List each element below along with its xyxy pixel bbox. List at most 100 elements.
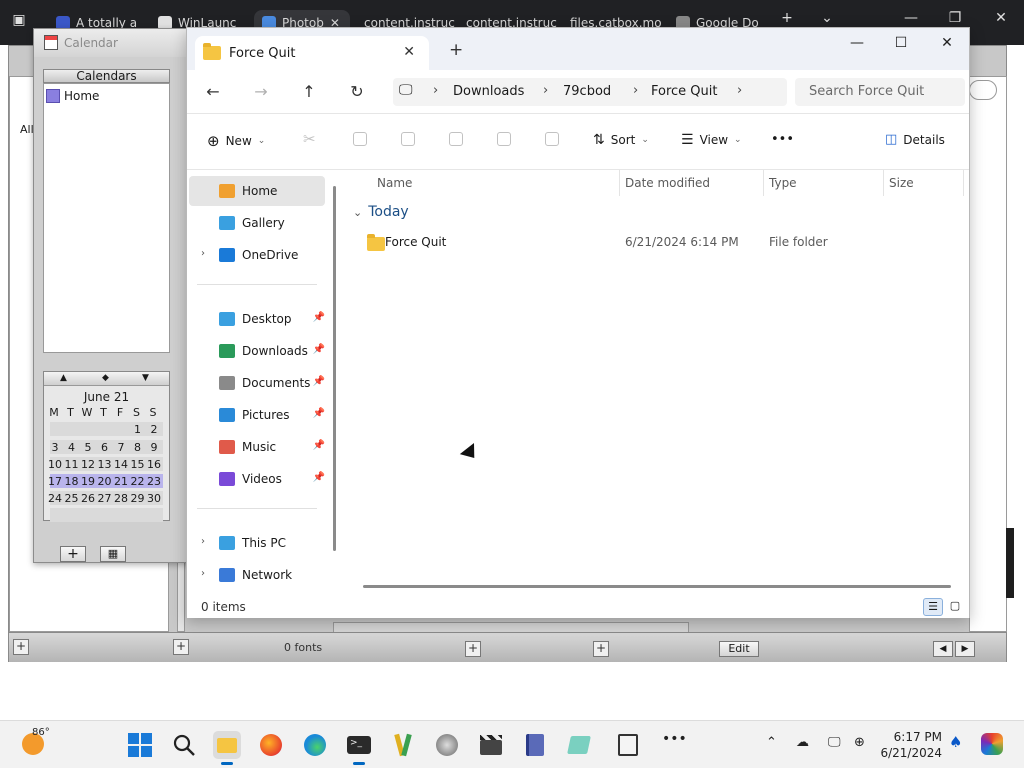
sidebar-item-music[interactable]: Music 📌 xyxy=(189,432,325,462)
tray-chevron-icon[interactable]: ⌃ xyxy=(766,735,777,750)
clapboard-icon[interactable] xyxy=(477,731,505,759)
notepad-icon[interactable] xyxy=(614,731,642,759)
column-header-size[interactable]: Size xyxy=(889,176,914,190)
back-button[interactable]: ← xyxy=(201,82,225,101)
calendar-day[interactable]: 13 xyxy=(97,458,113,471)
copilot-icon[interactable] xyxy=(981,733,1003,755)
calendar-day[interactable]: 27 xyxy=(97,492,113,505)
calendar-day[interactable]: 6 xyxy=(97,441,113,454)
calendar-day[interactable]: 25 xyxy=(64,492,80,505)
calendar-day[interactable]: 28 xyxy=(113,492,129,505)
sort-button[interactable]: ⇅ Sort ⌄ xyxy=(593,132,649,148)
network-icon[interactable]: ⊕ xyxy=(854,735,865,750)
display-icon[interactable]: 🖵 xyxy=(828,735,841,750)
add-collection-button[interactable]: + xyxy=(13,639,29,655)
column-divider[interactable] xyxy=(763,170,764,196)
column-header-type[interactable]: Type xyxy=(769,176,797,190)
calendar-day[interactable]: 20 xyxy=(97,475,113,488)
breadcrumb-chevron-icon[interactable]: › xyxy=(737,83,742,98)
more-apps-icon[interactable]: ••• xyxy=(662,731,687,747)
calendar-day[interactable]: 7 xyxy=(113,441,129,454)
calendar-day[interactable]: 17 xyxy=(47,475,63,488)
search-icon[interactable] xyxy=(170,731,198,759)
copy-icon[interactable] xyxy=(353,132,367,146)
sidebar-item-desktop[interactable]: Desktop 📌 xyxy=(189,304,325,334)
calendar-titlebar[interactable]: Calendar xyxy=(34,29,192,57)
calendar-day[interactable]: 9 xyxy=(146,441,162,454)
search-input[interactable]: Search Force Quit xyxy=(795,78,965,106)
add-button[interactable]: + xyxy=(593,641,609,657)
delete-icon[interactable] xyxy=(545,132,559,146)
browser-menu-icon[interactable]: ▣ xyxy=(4,12,34,28)
notes-icon[interactable] xyxy=(565,731,593,759)
sidebar-item-downloads[interactable]: Downloads 📌 xyxy=(189,336,325,366)
edit-button[interactable]: Edit xyxy=(719,641,759,657)
paste-icon[interactable] xyxy=(401,132,415,146)
this-pc-icon[interactable]: 🖵 xyxy=(399,82,413,98)
book-icon[interactable] xyxy=(521,731,549,759)
all-fonts-label[interactable]: All xyxy=(20,123,34,136)
minimize-button[interactable]: — xyxy=(837,35,877,51)
new-tab-button[interactable]: + xyxy=(772,10,802,26)
close-window-button[interactable]: ✕ xyxy=(927,35,967,51)
tiles-view-icon[interactable]: ▢ xyxy=(945,598,965,616)
sidebar-item-this-pc[interactable]: › This PC xyxy=(189,528,325,558)
more-options-button[interactable]: ••• xyxy=(771,132,794,147)
share-icon[interactable] xyxy=(497,132,511,146)
calendar-day[interactable]: 14 xyxy=(113,458,129,471)
onedrive-offline-icon[interactable]: ☁ xyxy=(796,735,809,750)
explorer-tab[interactable]: Force Quit ✕ xyxy=(195,36,429,70)
calendar-day[interactable]: 11 xyxy=(64,458,80,471)
next-month-icon[interactable]: ▼ xyxy=(142,373,149,383)
rename-icon[interactable] xyxy=(449,132,463,146)
breadcrumb-chevron-icon[interactable]: › xyxy=(433,83,438,98)
calendar-day[interactable]: 24 xyxy=(47,492,63,505)
maximize-button[interactable]: ☐ xyxy=(881,35,921,51)
expand-chevron-icon[interactable]: › xyxy=(201,248,205,259)
file-name[interactable]: Force Quit xyxy=(385,235,446,249)
forward-button[interactable]: → xyxy=(249,82,273,101)
calendar-day[interactable]: 22 xyxy=(130,475,146,488)
breadcrumb-chevron-icon[interactable]: › xyxy=(543,83,548,98)
sidebar-item-documents[interactable]: Documents 📌 xyxy=(189,368,325,398)
calendar-day[interactable]: 3 xyxy=(47,441,63,454)
sidebar-item-videos[interactable]: Videos 📌 xyxy=(189,464,325,494)
breadcrumb-downloads[interactable]: Downloads xyxy=(453,84,524,99)
previous-button[interactable]: ◀ xyxy=(933,641,953,657)
today-icon[interactable]: ◆ xyxy=(102,373,109,383)
weather-temperature[interactable]: 86° xyxy=(32,727,50,738)
calendar-day[interactable]: 1 xyxy=(130,423,146,436)
audio-app-icon[interactable] xyxy=(433,731,461,759)
calendar-day[interactable]: 15 xyxy=(130,458,146,471)
previous-month-icon[interactable]: ▲ xyxy=(60,373,67,383)
calendar-grid-button[interactable]: ▦ xyxy=(100,546,126,562)
browser-close-button[interactable]: ✕ xyxy=(986,10,1016,26)
notification-bell-icon[interactable]: ♠ xyxy=(949,733,962,751)
calendars-list[interactable]: Home xyxy=(43,83,170,353)
calendar-day[interactable]: 8 xyxy=(130,441,146,454)
file-explorer-taskbar-icon[interactable] xyxy=(213,731,241,765)
navigation-scrollbar[interactable] xyxy=(333,186,336,551)
view-button[interactable]: ☰ View ⌄ xyxy=(681,132,742,148)
browser-maximize-button[interactable]: ❐ xyxy=(940,10,970,26)
calendar-day[interactable]: 10 xyxy=(47,458,63,471)
add-button[interactable]: + xyxy=(465,641,481,657)
details-button[interactable]: ◫ Details xyxy=(885,132,945,147)
details-view-icon[interactable]: ☰ xyxy=(923,598,943,616)
calendar-day[interactable]: 21 xyxy=(113,475,129,488)
close-tab-button[interactable]: ✕ xyxy=(403,44,415,60)
calendar-day[interactable]: 12 xyxy=(80,458,96,471)
calendar-day[interactable]: 16 xyxy=(146,458,162,471)
up-button[interactable]: ↑ xyxy=(297,82,321,101)
calendar-day[interactable]: 5 xyxy=(80,441,96,454)
tab-search-button[interactable]: ⌄ xyxy=(812,10,842,26)
cut-icon[interactable]: ✂ xyxy=(303,130,316,148)
calendar-day[interactable]: 18 xyxy=(64,475,80,488)
calendar-day[interactable]: 23 xyxy=(146,475,162,488)
brushes-icon[interactable] xyxy=(389,731,417,759)
calendar-day[interactable]: 19 xyxy=(80,475,96,488)
column-divider[interactable] xyxy=(619,170,620,196)
breadcrumb-chevron-icon[interactable]: › xyxy=(633,83,638,98)
sidebar-item-home[interactable]: Home xyxy=(189,176,325,206)
add-calendar-button[interactable]: + xyxy=(60,546,86,562)
